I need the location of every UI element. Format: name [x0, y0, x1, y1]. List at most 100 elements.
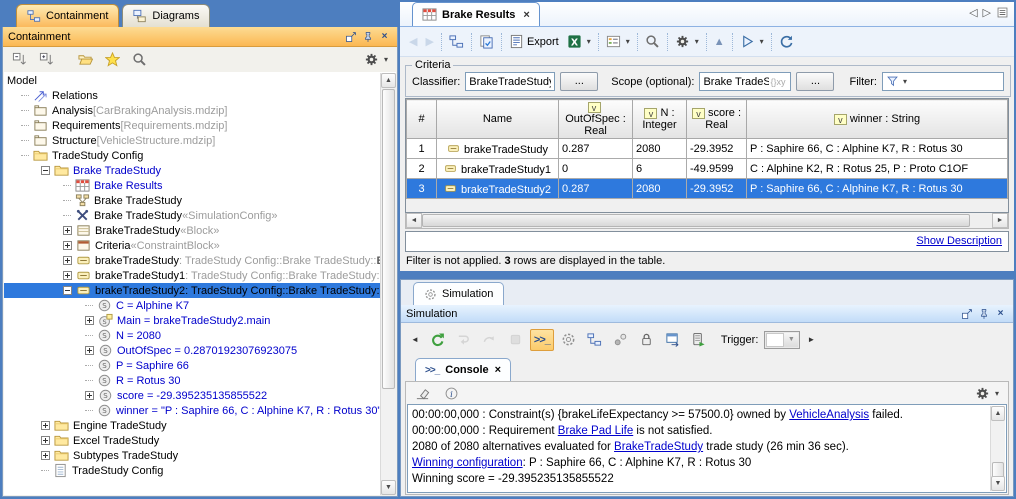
- animation-button[interactable]: [557, 329, 580, 351]
- classifier-browse-button[interactable]: ...: [560, 72, 598, 91]
- tree-item[interactable]: Engine TradeStudy: [4, 418, 380, 433]
- winner-cell[interactable]: C : Alphine K2, R : Rotus 25, P : Proto …: [747, 159, 1008, 179]
- name-cell[interactable]: brakeTradeStudy: [437, 139, 559, 159]
- column-header[interactable]: #: [407, 100, 437, 139]
- float-window-icon[interactable]: [343, 30, 358, 44]
- handle-right-button[interactable]: ►: [803, 329, 819, 351]
- row-number-cell[interactable]: 1: [407, 139, 437, 159]
- tree-item[interactable]: P = Saphire 66: [4, 358, 380, 373]
- step-over-button[interactable]: [478, 329, 501, 351]
- console-link[interactable]: VehicleAnalysis: [789, 409, 869, 421]
- tab-diagrams[interactable]: Diagrams: [122, 4, 210, 27]
- console-link[interactable]: BrakeTradeStudy: [614, 441, 703, 453]
- score-cell[interactable]: -49.9599: [687, 159, 747, 179]
- tree-item[interactable]: Subtypes TradeStudy: [4, 448, 380, 463]
- web-server-button[interactable]: [687, 329, 710, 351]
- gear-button[interactable]: ▾: [360, 48, 392, 70]
- pin-icon[interactable]: [360, 30, 375, 44]
- trigger-select[interactable]: ▼: [764, 331, 800, 349]
- table-row[interactable]: 2brakeTradeStudy106-49.9599C : Alphine K…: [407, 159, 1008, 179]
- close-tab-icon[interactable]: ×: [523, 9, 529, 21]
- float-window-icon[interactable]: [959, 307, 974, 321]
- tree-item[interactable]: Requirements [Requirements.mdzip]: [4, 118, 380, 133]
- tab-console[interactable]: >>_ Console ×: [415, 358, 511, 381]
- tree-item[interactable]: brakeTradeStudy1 : TradeStudy Config::Br…: [4, 268, 380, 283]
- refresh-button[interactable]: [775, 31, 798, 53]
- scope-browse-button[interactable]: ...: [796, 72, 834, 91]
- n-cell[interactable]: 2080: [633, 179, 687, 199]
- n-cell[interactable]: 2080: [633, 139, 687, 159]
- collapse-all-button[interactable]: [8, 48, 31, 70]
- pin-icon[interactable]: [976, 307, 991, 321]
- tab-simulation[interactable]: Simulation: [413, 282, 504, 305]
- tree-item[interactable]: brakeTradeStudy : TradeStudy Config::Bra…: [4, 253, 380, 268]
- excel-button[interactable]: ▾: [563, 31, 595, 53]
- table-row[interactable]: 3brakeTradeStudy20.2872080-29.3952P : Sa…: [407, 179, 1008, 199]
- tab-containment[interactable]: Containment: [16, 4, 119, 27]
- prev-tab-icon[interactable]: ◁: [969, 6, 977, 19]
- tree-item[interactable]: Brake TradeStudy: [4, 193, 380, 208]
- play-button[interactable]: ▾: [736, 31, 768, 53]
- sheets-button[interactable]: [475, 31, 498, 53]
- eraser-button[interactable]: [411, 382, 434, 404]
- expander-icon[interactable]: [63, 226, 72, 235]
- scroll-left-icon[interactable]: ◄: [406, 213, 422, 228]
- outofspec-cell[interactable]: 0.287: [559, 179, 633, 199]
- export-doc-button[interactable]: Export: [505, 31, 563, 53]
- scroll-thumb[interactable]: [382, 89, 395, 389]
- step-into-button[interactable]: [452, 329, 475, 351]
- tree-item[interactable]: Relations: [4, 88, 380, 103]
- console-link[interactable]: Brake Pad Life: [558, 425, 633, 437]
- up-arrow-button[interactable]: ▲: [710, 31, 729, 53]
- magnifier-button[interactable]: [128, 48, 151, 70]
- row-number-cell[interactable]: 3: [407, 179, 437, 199]
- score-cell[interactable]: -29.3952: [687, 139, 747, 159]
- tree-item[interactable]: Criteria «ConstraintBlock»: [4, 238, 380, 253]
- expander-icon[interactable]: [41, 436, 50, 445]
- close-icon[interactable]: ×: [377, 30, 392, 44]
- expander-icon[interactable]: [85, 346, 94, 355]
- n-cell[interactable]: 6: [633, 159, 687, 179]
- arrow-back-button[interactable]: ◀: [405, 31, 421, 53]
- winner-cell[interactable]: P : Saphire 66, C : Alphine K7, R : Rotu…: [747, 139, 1008, 159]
- run-button[interactable]: [426, 329, 449, 351]
- score-cell[interactable]: -29.3952: [687, 179, 747, 199]
- tree-item[interactable]: Structure [VehicleStructure.mdzip]: [4, 133, 380, 148]
- scroll-up-icon[interactable]: ▲: [991, 406, 1005, 421]
- row-number-cell[interactable]: 2: [407, 159, 437, 179]
- scroll-thumb[interactable]: [422, 214, 970, 227]
- console-mode-button[interactable]: >>_: [530, 329, 554, 351]
- close-icon[interactable]: ×: [993, 307, 1008, 321]
- open-diagram-button[interactable]: [74, 48, 97, 70]
- expander-icon[interactable]: [63, 286, 72, 295]
- column-header[interactable]: vwinner : String: [747, 100, 1008, 139]
- scroll-up-icon[interactable]: ▲: [381, 73, 396, 88]
- scroll-down-icon[interactable]: ▼: [991, 476, 1005, 491]
- info-button[interactable]: [440, 382, 463, 404]
- column-header[interactable]: Name: [437, 100, 559, 139]
- tree-item[interactable]: N = 2080: [4, 328, 380, 343]
- winner-cell[interactable]: P : Saphire 66, C : Alphine K7, R : Rotu…: [747, 179, 1008, 199]
- columns-button[interactable]: ▾: [602, 31, 634, 53]
- tree-item[interactable]: Analysis [CarBrakingAnalysis.mdzip]: [4, 103, 380, 118]
- tree-item[interactable]: TradeStudy Config: [4, 148, 380, 163]
- tree-scrollbar[interactable]: ▲ ▼: [380, 73, 396, 495]
- table-row[interactable]: 1brakeTradeStudy0.2872080-29.3952P : Sap…: [407, 139, 1008, 159]
- tree-item[interactable]: winner = "P : Saphire 66, C : Alphine K7…: [4, 403, 380, 418]
- expander-icon[interactable]: [85, 391, 94, 400]
- outofspec-cell[interactable]: 0.287: [559, 139, 633, 159]
- expander-icon[interactable]: [41, 421, 50, 430]
- column-header[interactable]: vN : Integer: [633, 100, 687, 139]
- tree-item[interactable]: R = Rotus 30: [4, 373, 380, 388]
- handle-left-button[interactable]: ◄: [407, 329, 423, 351]
- breakpoints-button[interactable]: [609, 329, 632, 351]
- scope-field[interactable]: Brake TradeStudy {}xy: [699, 72, 791, 91]
- tree-item[interactable]: Brake Results: [4, 178, 380, 193]
- arrow-forward-button[interactable]: ▶: [421, 31, 437, 53]
- tree-item[interactable]: Excel TradeStudy: [4, 433, 380, 448]
- containment-tree-button[interactable]: [583, 329, 606, 351]
- expander-icon[interactable]: [41, 451, 50, 460]
- tree-item[interactable]: score = -29.395235135855522: [4, 388, 380, 403]
- favorites-button[interactable]: [101, 48, 124, 70]
- console-link[interactable]: Winning configuration: [412, 457, 523, 469]
